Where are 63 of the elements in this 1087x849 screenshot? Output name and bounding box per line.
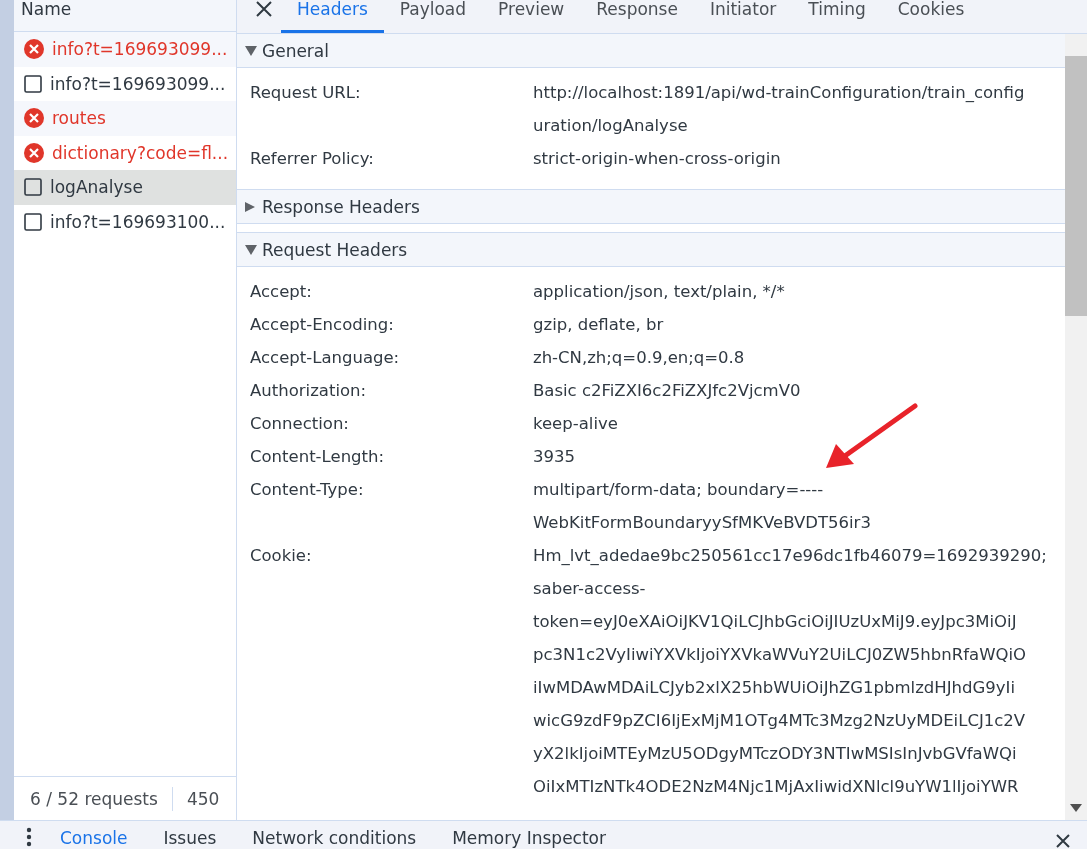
- drawer-tab[interactable]: Network conditions: [234, 827, 435, 849]
- request-row[interactable]: routes: [14, 101, 236, 136]
- request-name: routes: [52, 108, 106, 129]
- drawer-tab[interactable]: Console: [42, 827, 146, 849]
- request-name: logAnalyse: [50, 177, 143, 198]
- drawer-tab[interactable]: Issues: [145, 827, 235, 849]
- header-value: 3935: [533, 446, 575, 468]
- tab[interactable]: Preview: [482, 0, 581, 33]
- section-header[interactable]: Request Headers: [237, 232, 1065, 267]
- header-name: Content-Length:: [249, 446, 386, 468]
- header-value: multipart/form-data; boundary=---- WebKitFormBoundaryySfMKVeBVDT56ir3: [533, 479, 871, 534]
- section-title: Response Headers: [262, 196, 420, 217]
- checkbox-icon: [24, 212, 42, 231]
- header-name: Connection:: [249, 413, 350, 435]
- tab[interactable]: Initiator: [693, 0, 793, 33]
- request-name: info?t=169693099...: [52, 39, 228, 60]
- section-title: Request Headers: [262, 239, 408, 260]
- section-title: General: [262, 40, 329, 61]
- request-name: info?t=169693100...: [50, 211, 226, 232]
- checkbox-icon: [24, 178, 42, 197]
- error-icon: [24, 39, 44, 60]
- request-row[interactable]: info?t=169693099...: [14, 32, 236, 67]
- request-name: dictionary?code=fl...: [52, 142, 229, 163]
- section-header[interactable]: Response Headers: [237, 189, 1065, 224]
- header-name: Cookie:: [249, 545, 313, 567]
- section-header[interactable]: General: [237, 34, 1065, 68]
- header-value: strict-origin-when-cross-origin: [533, 148, 781, 170]
- scroll-thumb[interactable]: [1065, 56, 1087, 316]
- column-header[interactable]: Name: [21, 0, 72, 18]
- drawer-tab[interactable]: Memory Inspector: [434, 827, 624, 849]
- tab[interactable]: Payload: [383, 0, 483, 33]
- error-icon: [24, 142, 44, 163]
- triangle-icon: [245, 201, 257, 212]
- header-name: Referrer Policy:: [249, 148, 375, 170]
- close-drawer-button[interactable]: [1055, 833, 1071, 849]
- header-name: Content-Type:: [249, 479, 365, 501]
- triangle-icon: [245, 45, 257, 56]
- tab[interactable]: Response: [580, 0, 694, 33]
- tab[interactable]: Cookies: [881, 0, 981, 33]
- close-icon: [255, 0, 273, 18]
- scrollbar[interactable]: [1065, 34, 1087, 820]
- error-icon: [24, 108, 44, 129]
- transfer-size: 450: [171, 786, 220, 811]
- request-name: info?t=169693099...: [50, 73, 226, 94]
- header-name: Accept-Language:: [249, 347, 401, 369]
- header-value: gzip, deflate, br: [533, 314, 664, 336]
- more-menu-icon[interactable]: [26, 827, 32, 847]
- header-name: Authorization:: [249, 380, 368, 402]
- scroll-down-icon[interactable]: [1070, 804, 1082, 812]
- header-value: Hm_lvt_adedae9bc250561cc17e96dc1fb46079=1692939290; saber-access- token=eyJ0eXAiOiJKV1QiLCJhbGciOiJIUzUxMiJ9.eyJpc3MiOiJ pc3N1c2VyIiwiYXVkIjoiYXVkaWVuY2UiLCJ0ZW5hbnRfaWQiO iIwMDAwMDAiLCJyb2xlX25hbWUiOiJhZG1pbmlzdHJhdG9yIi wicG9zdF9pZCI6IjExMjM1OTg4MTc3Mzg2NzUyMDEiLCJ1c2V yX2lkIjoiMTEyMzU5ODgyMTczODY3NTIwMSIsInJvbGVfaWQi OiIxMTIzNTk4ODE2NzM4Njc1MjAxIiwidXNlcl9uYW1lIjoiYWR: [533, 545, 1047, 798]
- request-row[interactable]: logAnalyse: [14, 170, 236, 205]
- triangle-icon: [245, 244, 257, 255]
- close-icon: [1055, 833, 1071, 849]
- checkbox-icon: [24, 74, 42, 93]
- request-count: 6 / 52 requests: [29, 788, 159, 809]
- header-name: Accept-Encoding:: [249, 314, 395, 336]
- tab[interactable]: Timing: [792, 0, 882, 33]
- header-value: application/json, text/plain, */*: [533, 281, 785, 303]
- header-name: Accept:: [249, 281, 313, 303]
- header-name: Request URL:: [249, 82, 362, 104]
- header-value: Basic c2FiZXI6c2FiZXJfc2VjcmV0: [533, 380, 801, 402]
- header-value: zh-CN,zh;q=0.9,en;q=0.8: [533, 347, 745, 369]
- header-value: keep-alive: [533, 413, 618, 435]
